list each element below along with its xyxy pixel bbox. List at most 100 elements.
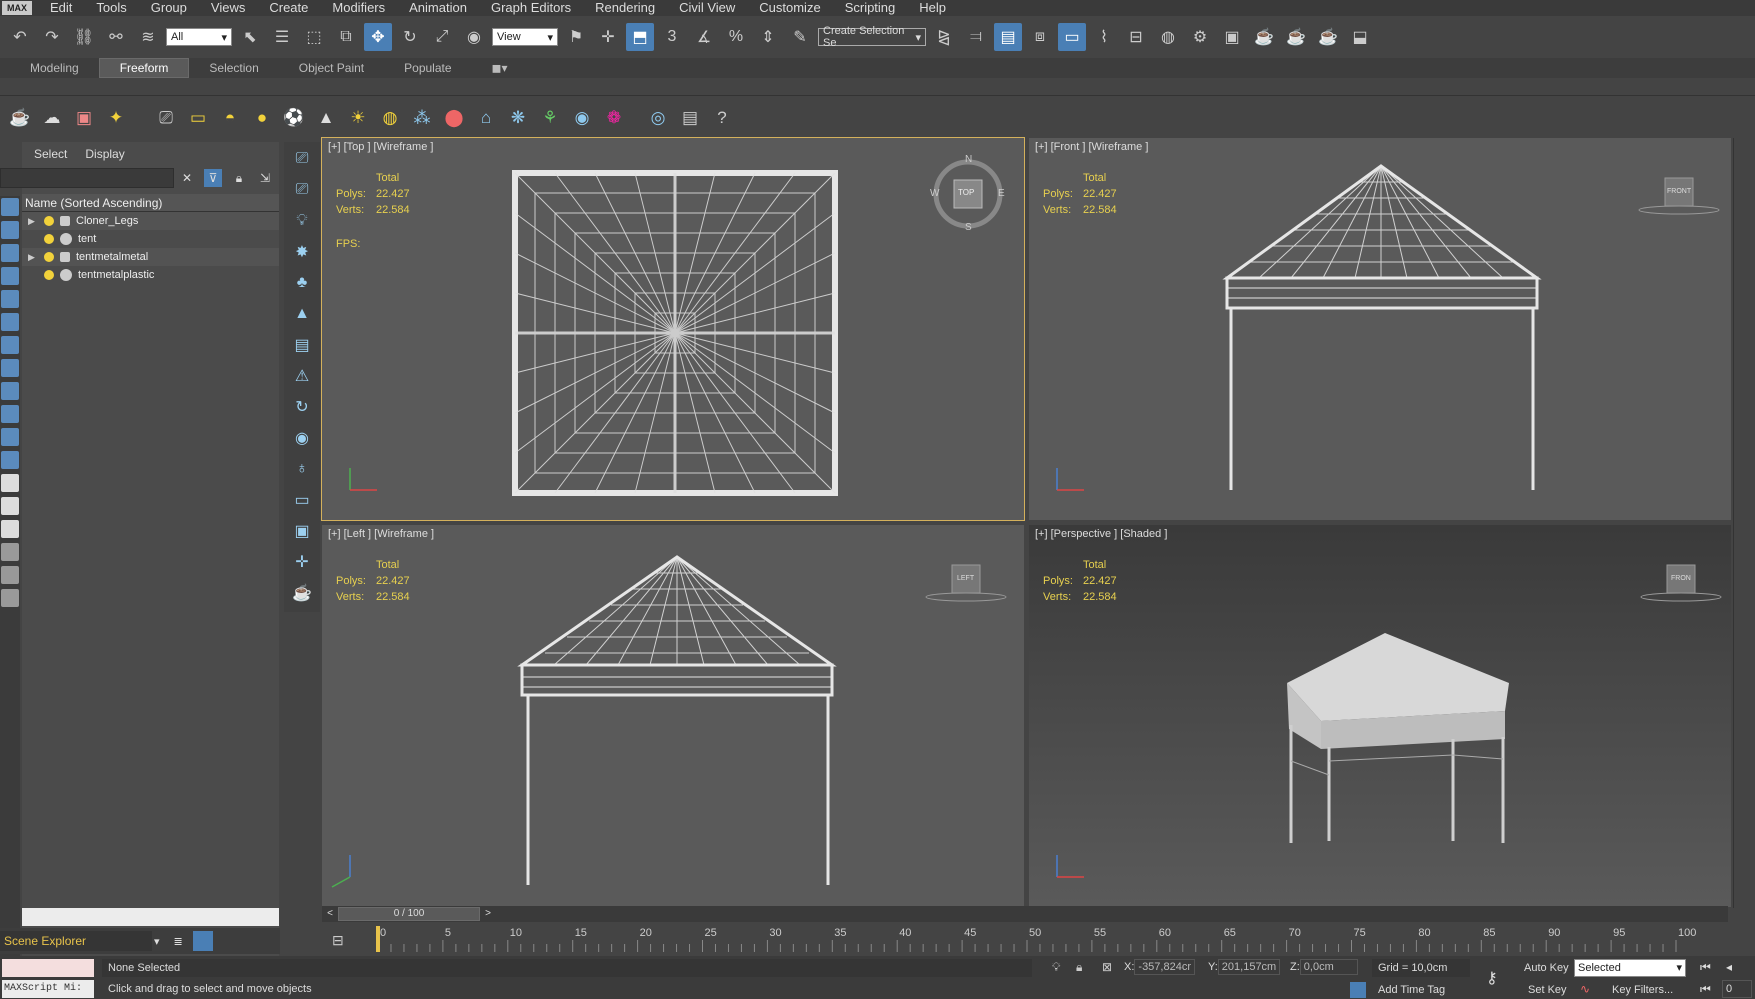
sun-icon[interactable]: ☀ [344,104,372,132]
menu-graph-editors[interactable]: Graph Editors [479,0,583,16]
tab-populate[interactable]: Populate [384,59,471,77]
cloth-icon[interactable]: ⌂ [472,104,500,132]
hierarchy-icon[interactable] [1,566,19,584]
material-editor-icon[interactable]: ◍ [1154,23,1182,51]
time-slider[interactable]: < 0 / 100 > [322,906,1728,922]
menu-customize[interactable]: Customize [747,0,832,16]
render-iterative-icon[interactable]: ☕ [1282,23,1310,51]
display-hidden-icon[interactable] [1,451,19,469]
viewport-label[interactable]: [+] [Top ] [Wireframe ] [328,141,433,153]
display-xrefs-icon[interactable] [1,359,19,377]
viewport-label[interactable]: [+] [Perspective ] [Shaded ] [1035,528,1167,540]
select-object-icon[interactable]: ⬉ [236,23,264,51]
visibility-bulb-icon[interactable] [44,252,54,262]
list-item[interactable]: tent [22,230,279,248]
select-move-icon[interactable]: ✥ [364,23,392,51]
grass-icon[interactable]: ⚘ [536,104,564,132]
y-coordinate-field[interactable]: 201,157cm [1217,959,1281,975]
layer-icon[interactable] [1,589,19,607]
display-cameras-icon[interactable] [1,267,19,285]
unlink-icon[interactable]: ⚯ [102,23,130,51]
x-coordinate-field[interactable]: -357,824cr [1134,959,1195,975]
key-icon[interactable]: ⚷ [1486,968,1498,988]
render-activeshade-icon[interactable]: ☕ [1314,23,1342,51]
dynamics-icon[interactable]: ⬤ [440,104,468,132]
rect-selection-icon[interactable]: ⬚ [300,23,328,51]
ribbon-options-icon[interactable]: ◼▾ [472,59,528,77]
time-slider-next[interactable]: > [480,906,496,922]
display-frozen-icon[interactable] [1,428,19,446]
current-frame-field[interactable]: 0 [1722,980,1752,998]
time-slider-thumb[interactable]: 0 / 100 [338,907,480,921]
key-mode-dropdown[interactable]: Selected ▾ [1574,959,1686,977]
explorer-display-menu[interactable]: Display [85,147,124,161]
render-region-icon[interactable]: ◎ [644,104,672,132]
display-lights-icon[interactable] [1,244,19,262]
menu-rendering[interactable]: Rendering [583,0,667,16]
display-spacewarps-icon[interactable] [1,313,19,331]
viewcube-face[interactable]: FRON [1671,575,1691,582]
lock-icon[interactable]: 🔒︎ [230,169,248,187]
curve-editor-icon[interactable]: ⌇ [1090,23,1118,51]
viewport-label[interactable]: [+] [Front ] [Wireframe ] [1035,141,1148,153]
display-bones-icon[interactable] [1,382,19,400]
render-panel-icon[interactable]: ▣ [291,520,313,542]
panel-icon[interactable]: ▭ [291,489,313,511]
help-icon[interactable]: ? [708,104,736,132]
add-time-tag-button[interactable]: Add Time Tag [1378,984,1445,996]
ref-coord-dropdown[interactable]: View ▾ [492,28,558,46]
visibility-bulb-icon[interactable] [44,270,54,280]
viewport-label[interactable]: [+] [Left ] [Wireframe ] [328,528,434,540]
isolate-bulb-icon[interactable]: 💡︎ [1052,960,1060,975]
explorer-search-input[interactable] [0,168,174,188]
sphere-icon[interactable]: ● [248,104,276,132]
tab-selection[interactable]: Selection [189,59,278,77]
track-bar[interactable]: 0 5 10 15 20 25 30 35 40 45 50 55 60 65 70 75 80 85 90 95 10… [322,922,1728,952]
teapot-icon[interactable]: ☕ [6,104,34,132]
camera-truck-icon[interactable]: ⎚ [291,179,313,201]
viewcube-face[interactable]: FRONT [1667,188,1691,195]
keyboard-shortcut-toggle-icon[interactable]: ⬒ [626,23,654,51]
hemisphere-icon[interactable]: ◓ [216,104,244,132]
select-children-icon[interactable]: ⇲ [256,169,274,187]
menu-animation[interactable]: Animation [397,0,479,16]
named-selection-dropdown[interactable]: Create Selection Se ▾ [818,25,926,49]
maxscript-mini-listener[interactable]: MAXScript Mi: [2,980,94,998]
align-icon[interactable]: ⫤ [962,23,990,51]
menu-scripting[interactable]: Scripting [833,0,908,16]
menu-modifiers[interactable]: Modifiers [320,0,397,16]
command-panel-edge[interactable] [1733,138,1755,908]
rotate-icon[interactable]: ↻ [291,396,313,418]
snaps-toggle-icon[interactable]: 3 [658,23,686,51]
z-coordinate-field[interactable]: 0,0cm [1299,959,1358,975]
tab-modeling[interactable]: Modeling [10,59,99,77]
absolute-mode-icon[interactable]: ⊠ [1102,960,1112,974]
display-geometry-icon[interactable] [1,198,19,216]
image-icon[interactable]: ▣ [70,104,98,132]
layers-icon[interactable]: ≣ [174,935,183,948]
fracture-icon[interactable]: ❋ [504,104,532,132]
mirror-icon[interactable]: ⧎ [930,23,958,51]
select-place-icon[interactable]: ◉ [460,23,488,51]
select-scale-icon[interactable]: ⤢ [428,23,456,51]
menu-group[interactable]: Group [139,0,199,16]
asset-tracking-icon[interactable]: ▤ [676,104,704,132]
chevron-down-icon[interactable]: ▾ [154,935,160,948]
auto-key-button[interactable]: Auto Key [1524,962,1569,974]
bulb-small-icon[interactable]: ♁ [291,458,313,480]
schematic-view-icon[interactable]: ⊟ [1122,23,1150,51]
teapot-small-icon[interactable]: ☕ [291,582,313,604]
camera-dolly-icon[interactable]: ⎚ [291,148,313,170]
explorer-column-header[interactable]: Name (Sorted Ascending) [22,194,279,212]
key-mode-toggle-icon[interactable]: ⏮ [1700,982,1711,997]
spot-light-icon[interactable]: ⚠ [291,365,313,387]
tree-icon[interactable]: ♣ [291,272,313,294]
prev-frame-icon[interactable]: ◂ [1726,960,1732,974]
tab-object-paint[interactable]: Object Paint [279,59,384,77]
light-list-icon[interactable]: ✦ [102,104,130,132]
omni-light-icon[interactable]: ✸ [291,241,313,263]
geosphere-icon[interactable]: ⚽ [280,104,308,132]
redo-icon[interactable]: ↷ [38,23,66,51]
select-by-name-icon[interactable]: ☰ [268,23,296,51]
visibility-bulb-icon[interactable] [44,234,54,244]
